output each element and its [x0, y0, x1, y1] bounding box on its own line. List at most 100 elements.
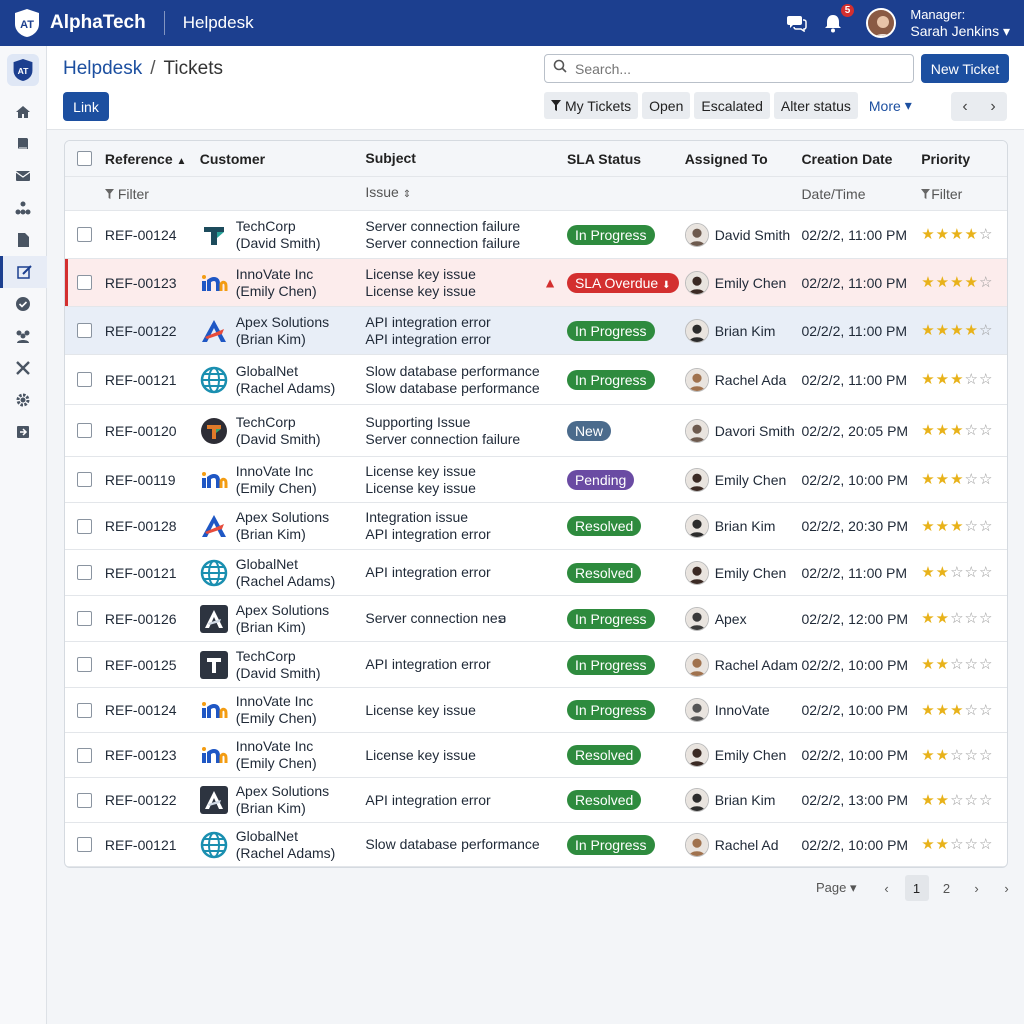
issue-sort[interactable]: Issue ⇕	[365, 184, 567, 203]
edit-icon[interactable]	[0, 256, 47, 288]
star-icon[interactable]: ☆	[950, 748, 963, 763]
star-icon[interactable]: ★	[950, 423, 963, 438]
star-icon[interactable]: ☆	[979, 837, 992, 852]
table-row[interactable]: REF-00123 InnoVate Inc (Emily Chen) License…	[65, 733, 1007, 778]
star-icon[interactable]: ☆	[979, 519, 992, 534]
star-icon[interactable]: ★	[936, 372, 949, 387]
star-icon[interactable]: ★	[936, 519, 949, 534]
table-row[interactable]: REF-00121 GlobalNet (Rachel Adams) Slow dat…	[65, 823, 1007, 867]
mail-icon[interactable]	[0, 160, 47, 192]
star-icon[interactable]: ☆	[965, 611, 978, 626]
star-icon[interactable]: ★	[936, 472, 949, 487]
star-icon[interactable]: ★	[921, 372, 934, 387]
table-row[interactable]: REF-00126 Apex Solutions (Brian Kim) Server…	[65, 596, 1007, 642]
col-assigned-to[interactable]: Assigned To	[685, 151, 802, 167]
app-name[interactable]: Helpdesk	[183, 13, 254, 33]
star-icon[interactable]: ★	[921, 837, 934, 852]
table-row[interactable]: REF-00121 GlobalNet (Rachel Adams) Slow dat…	[65, 355, 1007, 405]
open-filter[interactable]: Open	[642, 92, 691, 119]
star-icon[interactable]: ★	[936, 611, 949, 626]
star-icon[interactable]: ★	[936, 703, 949, 718]
search-box[interactable]	[544, 54, 914, 83]
table-row[interactable]: REF-00121 GlobalNet (Rachel Adams) API inte…	[65, 550, 1007, 596]
subject-line[interactable]: Slow database performance	[365, 836, 567, 853]
next-icon[interactable]: ›	[979, 92, 1007, 121]
star-icon[interactable]: ★	[921, 703, 934, 718]
star-icon[interactable]: ☆	[979, 372, 992, 387]
star-icon[interactable]: ☆	[950, 565, 963, 580]
subject-line[interactable]: License key issue	[365, 266, 567, 283]
row-checkbox[interactable]	[77, 472, 93, 487]
table-row[interactable]: REF-00120 TechCorp (David Smith) Supporting…	[65, 405, 1007, 457]
table-row[interactable]: REF-00122 Apex Solutions (Brian Kim) API in…	[65, 778, 1007, 823]
assignee-name[interactable]: Brian Kim	[715, 792, 776, 808]
star-icon[interactable]: ★	[965, 323, 978, 338]
row-checkbox[interactable]	[77, 227, 93, 242]
star-icon[interactable]: ☆	[950, 657, 963, 672]
assignee-name[interactable]: Davori Smith	[715, 423, 795, 439]
reference-cell[interactable]: REF-00125	[105, 657, 200, 673]
priority-filter[interactable]: Filter	[921, 186, 1007, 202]
reference-cell[interactable]: REF-00121	[105, 837, 200, 853]
col-priority[interactable]: Priority	[921, 151, 1007, 167]
star-icon[interactable]: ★	[921, 472, 934, 487]
next-page-icon[interactable]: ›	[965, 875, 989, 901]
subject-line[interactable]: API integration error	[365, 656, 567, 673]
more-menu[interactable]: More ▾	[862, 92, 919, 119]
row-checkbox[interactable]	[77, 657, 93, 672]
table-row[interactable]: REF-00125 TechCorp (David Smith) API integr…	[65, 642, 1007, 688]
star-icon[interactable]: ☆	[965, 748, 978, 763]
star-icon[interactable]: ★	[921, 565, 934, 580]
reference-cell[interactable]: REF-00119	[105, 472, 200, 488]
star-icon[interactable]: ★	[936, 323, 949, 338]
star-icon[interactable]: ☆	[979, 227, 992, 242]
row-checkbox[interactable]	[77, 275, 93, 290]
tools-icon[interactable]	[0, 352, 47, 384]
reference-cell[interactable]: REF-00120	[105, 423, 200, 439]
star-icon[interactable]: ☆	[965, 565, 978, 580]
subject-line[interactable]: Integration issue	[365, 509, 567, 526]
row-checkbox[interactable]	[77, 702, 93, 718]
manager-menu[interactable]: Manager: Sarah Jenkins ▾	[910, 7, 1010, 39]
star-icon[interactable]: ★	[950, 472, 963, 487]
star-icon[interactable]: ☆	[979, 793, 992, 808]
page-size-menu[interactable]: Page ▾	[816, 880, 857, 896]
breadcrumb-helpdesk[interactable]: Helpdesk	[63, 58, 142, 79]
select-all-checkbox[interactable]	[77, 151, 93, 166]
star-icon[interactable]: ☆	[950, 611, 963, 626]
org-chart-icon[interactable]	[0, 192, 47, 224]
sidebar-logo-icon[interactable]: AT	[7, 54, 39, 86]
star-icon[interactable]: ☆	[979, 323, 992, 338]
assignee-name[interactable]: David Smith	[715, 227, 790, 243]
reference-cell[interactable]: REF-00124	[105, 227, 200, 243]
subject-line[interactable]: API integration error	[365, 564, 567, 581]
alphatech-logo-icon[interactable]: AT	[12, 7, 42, 39]
page-1[interactable]: 1	[904, 875, 929, 901]
star-icon[interactable]: ☆	[979, 611, 992, 626]
document-icon[interactable]	[0, 224, 47, 256]
star-icon[interactable]: ☆	[965, 423, 978, 438]
manager-avatar[interactable]	[866, 8, 897, 38]
table-row[interactable]: REF-00123 InnoVate Inc (Emily Chen) License…	[65, 259, 1007, 307]
row-checkbox[interactable]	[77, 747, 93, 763]
star-icon[interactable]: ★	[965, 275, 978, 290]
table-row[interactable]: REF-00119 InnoVate Inc (Emily Chen) License…	[65, 457, 1007, 503]
chat-icon[interactable]	[786, 12, 808, 34]
star-icon[interactable]: ☆	[965, 472, 978, 487]
assignee-name[interactable]: Brian Kim	[715, 518, 776, 534]
star-icon[interactable]: ★	[921, 275, 934, 290]
table-row[interactable]: REF-00124 TechCorp (David Smith) Server con…	[65, 211, 1007, 259]
star-icon[interactable]: ★	[921, 323, 934, 338]
star-icon[interactable]: ★	[950, 323, 963, 338]
subject-line[interactable]: Server connection failure	[365, 218, 567, 235]
home-icon[interactable]	[0, 96, 47, 128]
assignee-name[interactable]: Rachel Ad	[715, 837, 779, 853]
reference-filter[interactable]: Filter	[104, 186, 200, 202]
star-icon[interactable]: ☆	[965, 657, 978, 672]
star-icon[interactable]: ★	[921, 657, 934, 672]
star-icon[interactable]: ☆	[979, 657, 992, 672]
row-checkbox[interactable]	[77, 372, 93, 387]
star-icon[interactable]: ★	[950, 372, 963, 387]
link-button[interactable]: Link	[63, 92, 109, 121]
bell-icon[interactable]: 5	[822, 4, 855, 34]
